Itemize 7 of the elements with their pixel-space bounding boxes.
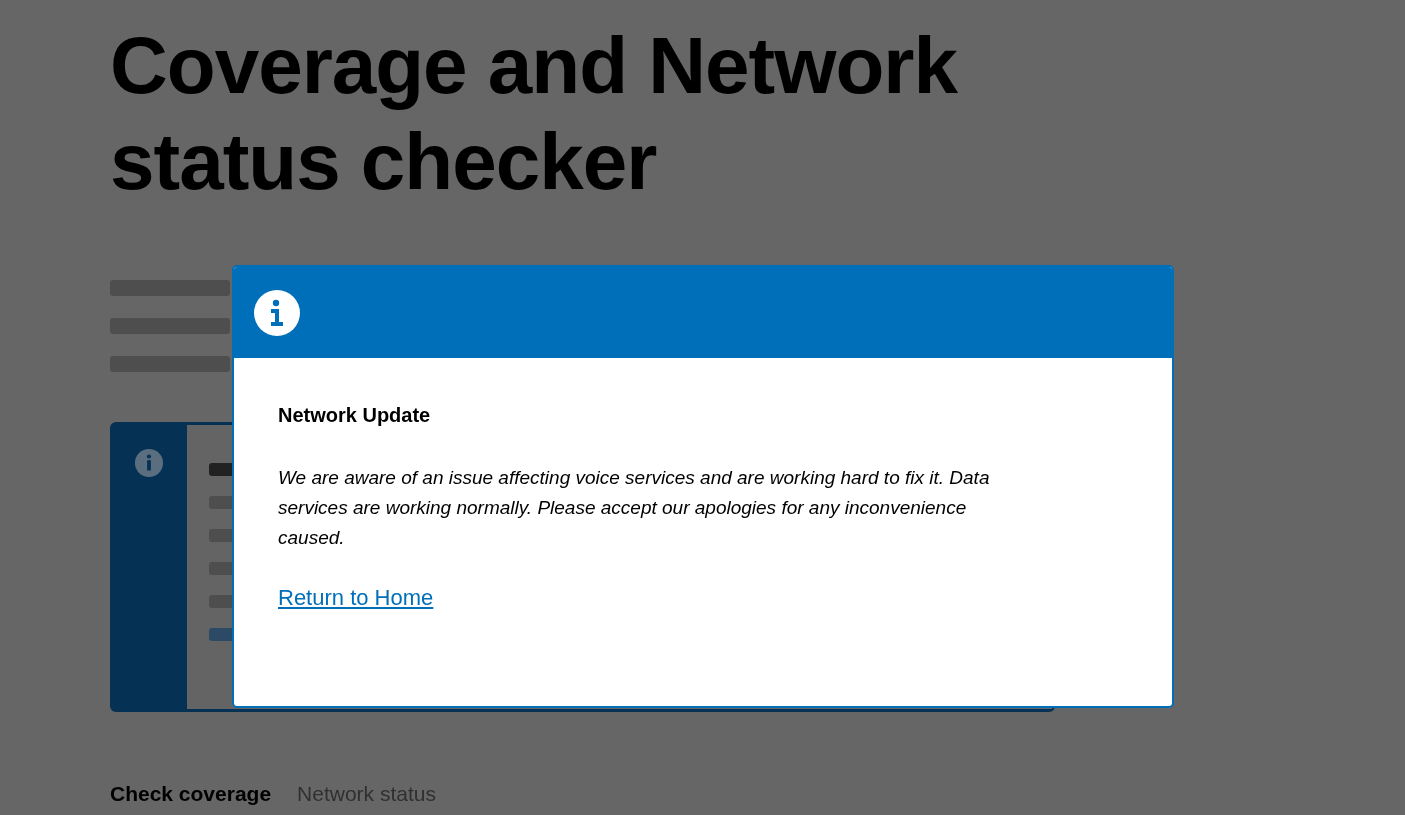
info-icon [254, 289, 300, 336]
modal-message: We are aware of an issue affecting voice services and are working hard to fix it. Data services are working normally. Please accept our apologies for any inconvenience caused. [278, 466, 991, 550]
return-home-link[interactable]: Return to Home [278, 583, 434, 613]
modal-title: Network Update [278, 403, 432, 428]
info-icon [133, 448, 164, 478]
tab[interactable]: Check coverage [110, 782, 272, 806]
page-heading: Coverage and Network status checker [110, 20, 959, 208]
